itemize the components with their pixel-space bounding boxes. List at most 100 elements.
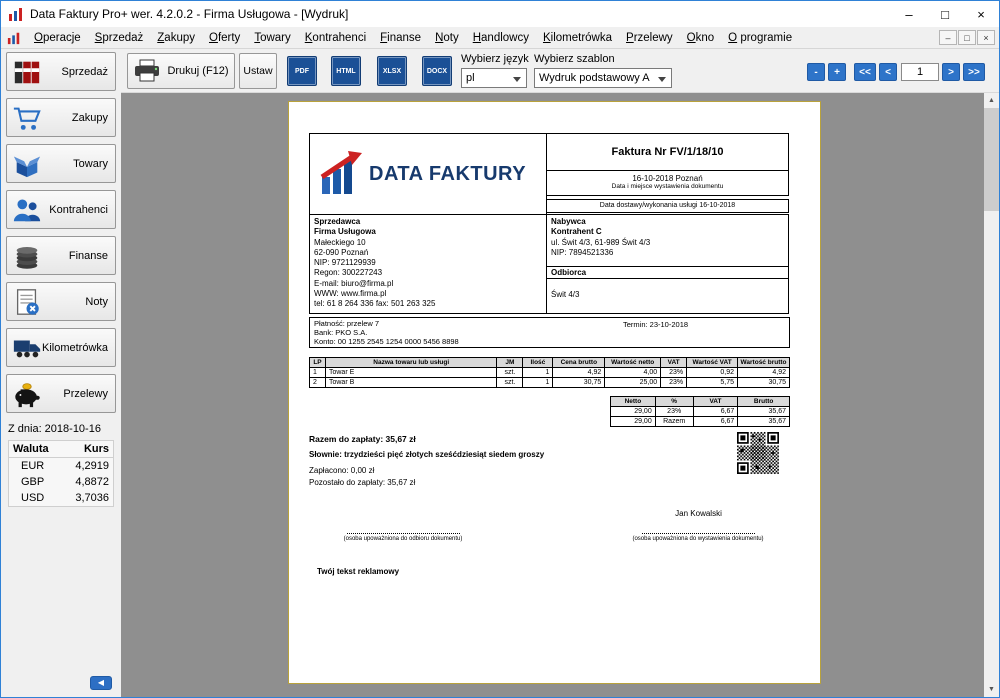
currency-table-header: Waluta Kurs [9,441,113,458]
scroll-down-icon[interactable]: ▼ [984,682,999,697]
amount-paid: Zapłacono: 0,00 zł [309,466,790,475]
menu-przelewy[interactable]: Przelewy [619,29,680,47]
prev-page-button[interactable]: < [879,63,897,81]
menu-kontrahenci[interactable]: Kontrahenci [298,29,373,47]
zoom-out-button[interactable]: - [807,63,825,81]
issue-caption: Data i miejsce wystawienia dokumentu [547,183,788,190]
col-gross-price: Cena brutto [553,358,605,368]
buyer-header: Nabywca [551,217,784,227]
receiver-header: Odbiorca [547,267,788,279]
export-xlsx-button[interactable]: XLSX [377,56,407,86]
language-value: pl [466,72,475,84]
invoice-header-right: Faktura Nr FV/1/18/10 16-10-2018 Poznań … [546,133,789,215]
invoice-logo-box: DATA FAKTURY [309,133,547,215]
mdi-restore-icon[interactable]: □ [958,30,976,45]
print-button[interactable]: Drukuj (F12) [127,53,235,89]
seller-box: Sprzedawca Firma Usługowa Małeckiego 10 … [309,214,547,314]
sidebar-item-noty[interactable]: Noty [6,282,116,321]
sidebar-item-label: Sprzedaż [62,66,108,78]
item-row: 1 Towar E szt. 1 4,92 4,00 23% 0,92 4,92 [310,368,790,378]
window-title: Data Faktury Pro+ wer. 4.2.0.2 - Firma U… [30,7,348,21]
menu-o-programie[interactable]: O programie [721,29,799,47]
col-jm: JM [497,358,523,368]
setup-button[interactable]: Ustaw [239,53,277,89]
titlebar: Data Faktury Pro+ wer. 4.2.0.2 - Firma U… [1,1,999,27]
zoom-in-button[interactable]: + [828,63,846,81]
menu-zakupy[interactable]: Zakupy [150,29,202,47]
payment-term: Termin: 23-10-2018 [623,321,688,330]
printer-icon [133,59,161,83]
currency-row-gbp: GBP 4,8872 [9,474,113,490]
menu-finanse[interactable]: Finanse [373,29,428,47]
total-in-words: Słownie: trzydzieści pięć złotych sześćd… [309,450,790,459]
mdi-minimize-icon[interactable]: – [939,30,957,45]
language-label: Wybierz język [461,53,529,65]
seller-line: WWW: www.firma.pl [314,289,542,299]
menu-handlowcy[interactable]: Handlowcy [466,29,536,47]
receiver-box: Odbiorca Świt 4/3 [546,266,789,314]
sidebar-item-towary[interactable]: Towary [6,144,116,183]
next-page-button[interactable]: > [942,63,960,81]
buyer-column: Nabywca Kontrahent C ul. Świt 4/3, 61-98… [546,214,789,314]
col-net-value: Wartość netto [605,358,661,368]
vat-row: 29,00 23% 6,67 35,67 [611,407,790,417]
sidebar-item-label: Kilometrówka [42,342,108,354]
export-pdf-button[interactable]: PDF [287,56,317,86]
vat-header-row: Netto % VAT Brutto [611,397,790,407]
print-button-label: Drukuj (F12) [167,65,228,77]
signature-line-left [347,533,460,534]
menu-sprzedaz[interactable]: Sprzedaż [88,29,151,47]
invoice-issue-box: 16-10-2018 Poznań Data i miejsce wystawi… [546,170,789,196]
sidebar-item-finanse[interactable]: Finanse [6,236,116,275]
template-select[interactable]: Wydruk podstawowy A [534,68,672,88]
sidebar-item-sprzedaz[interactable]: Sprzedaż [6,52,116,91]
mdi-close-icon[interactable]: × [977,30,995,45]
vertical-scrollbar[interactable]: ▲ ▼ [984,93,999,697]
menu-noty[interactable]: Noty [428,29,466,47]
sidebar-item-kontrahenci[interactable]: Kontrahenci [6,190,116,229]
last-page-button[interactable]: >> [963,63,985,81]
close-icon[interactable]: × [963,1,999,27]
menu-okno[interactable]: Okno [680,29,722,47]
export-html-button[interactable]: HTML [331,56,361,86]
sidebar-item-label: Noty [85,296,108,308]
payment-box: Płatność: przelew 7 Bank: PKO S.A. Konto… [309,317,790,348]
sidebar: Sprzedaż Zakupy Towary [1,49,121,697]
col-vat-value: Wartość VAT [687,358,738,368]
collapse-sidebar-button[interactable]: ◀ [90,676,112,690]
sidebar-item-label: Przelewy [63,388,108,400]
chevron-down-icon [513,77,521,82]
sidebar-item-przelewy[interactable]: Przelewy [6,374,116,413]
shopping-cart-icon [12,103,42,133]
sidebar-item-kilometrowka[interactable]: Kilometrówka [6,328,116,367]
first-page-button[interactable]: << [854,63,876,81]
signer-name: Jan Kowalski [642,509,755,518]
sidebar-item-label: Kontrahenci [49,204,108,216]
currency-row-usd: USD 3,7036 [9,490,113,506]
window-controls: – □ × [891,1,999,27]
vat-summary-table: Netto % VAT Brutto 29,00 23% 6,67 35,67 … [610,396,790,427]
invoice-number: Faktura Nr FV/1/18/10 [546,133,789,171]
menu-oferty[interactable]: Oferty [202,29,247,47]
maximize-icon[interactable]: □ [927,1,963,27]
buyer-box: Nabywca Kontrahent C ul. Świt 4/3, 61-98… [546,214,789,267]
sidebar-item-zakupy[interactable]: Zakupy [6,98,116,137]
menu-operacje[interactable]: Operacje [27,29,88,47]
package-box-icon [12,149,42,179]
export-docx-button[interactable]: DOCX [422,56,452,86]
piggy-bank-icon [12,379,42,409]
invoice-totals: Razem do zapłaty: 35,67 zł Słownie: trzy… [309,434,790,487]
currency-rate: 3,7036 [57,492,109,504]
company-logo-text: DATA FAKTURY [369,163,526,186]
scrollbar-thumb[interactable] [984,108,999,211]
menu-towary[interactable]: Towary [247,29,297,47]
mdi-window-controls: – □ × [939,30,995,45]
amount-remaining: Pozostało do zapłaty: 35,67 zł [309,478,790,487]
scroll-up-icon[interactable]: ▲ [984,93,999,108]
page-number-input[interactable] [901,63,939,81]
print-preview-area: DATA FAKTURY Faktura Nr FV/1/18/10 16-10… [121,93,999,697]
language-select[interactable]: pl [461,68,527,88]
template-value: Wydruk podstawowy A [539,72,650,84]
minimize-icon[interactable]: – [891,1,927,27]
menu-kilometrowka[interactable]: Kilometrówka [536,29,619,47]
